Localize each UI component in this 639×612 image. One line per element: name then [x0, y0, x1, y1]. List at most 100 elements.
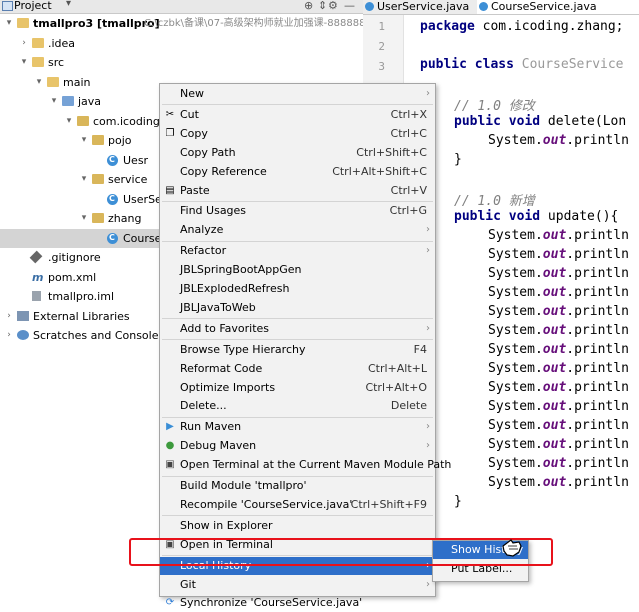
tree-item-label: java — [78, 95, 102, 108]
code-line: System.out.println — [488, 323, 629, 338]
minimize-icon[interactable]: — — [344, 0, 355, 12]
cls-icon — [107, 150, 118, 169]
menu-item-copy-reference[interactable]: Copy Reference Ctrl+Alt+Shift+C — [160, 163, 435, 181]
menu-item-copy-path[interactable]: Copy Path Ctrl+Shift+C — [160, 144, 435, 162]
folder-icon — [32, 57, 44, 67]
menu-item-label: Cut — [180, 107, 199, 121]
chevron-down-icon[interactable]: ▾ — [66, 0, 71, 9]
menu-item-run-maven[interactable]: ▶ Run Maven › — [160, 418, 435, 436]
menu-item-analyze[interactable]: Analyze › — [160, 221, 435, 239]
chevron-right-icon[interactable]: › — [4, 326, 14, 345]
chevron-down-icon[interactable]: ▾ — [34, 73, 44, 92]
debug-maven-icon: ● — [165, 440, 175, 452]
chevron-down-icon[interactable]: ▾ — [49, 92, 59, 111]
menu-item-label: Copy Path — [180, 145, 236, 159]
menu-item-show-in-explorer[interactable]: Show in Explorer — [160, 517, 435, 535]
chevron-right-icon[interactable]: › — [4, 307, 14, 326]
menu-item-build-module-tmallpro[interactable]: Build Module 'tmallpro' — [160, 477, 435, 495]
menu-item-cut[interactable]: ✂ Cut Ctrl+X — [160, 106, 435, 124]
menu-item-browse-type-hierarchy[interactable]: Browse Type Hierarchy F4 — [160, 341, 435, 359]
menu-item-synchronize-courseservice-java[interactable]: ⟳ Synchronize 'CourseService.java' — [160, 594, 435, 612]
chevron-down-icon[interactable]: ▾ — [79, 209, 89, 228]
tree-item-label: tmallpro3 [tmallpro] — [33, 17, 160, 30]
iml-icon — [32, 291, 41, 301]
project-panel-header: Project ▾ ⊕ ⇕ ⚙ — — [0, 0, 363, 14]
menu-item-shortcut: Ctrl+X — [390, 107, 427, 121]
menu-item-debug-maven[interactable]: ● Debug Maven › — [160, 437, 435, 455]
copy-icon: ❐ — [165, 127, 175, 139]
menu-item-shortcut: F4 — [413, 342, 427, 356]
line-number: 1 — [378, 20, 385, 33]
chevron-right-icon[interactable]: › — [19, 34, 29, 53]
menu-item-git[interactable]: Git › — [160, 576, 435, 594]
gear-icon[interactable]: ⚙ — [328, 0, 338, 12]
menu-item-label: Run Maven — [180, 420, 242, 434]
chevron-down-icon[interactable]: ▾ — [79, 131, 89, 150]
tree-item[interactable]: ▾ src — [0, 53, 363, 72]
scissors-icon: ✂ — [165, 108, 175, 120]
line-number: 3 — [378, 60, 385, 73]
menu-item-shortcut: Ctrl+V — [390, 183, 427, 197]
menu-item-find-usages[interactable]: Find Usages Ctrl+G — [160, 202, 435, 220]
menu-item-copy[interactable]: ❐ Copy Ctrl+C — [160, 125, 435, 143]
tree-item-label: main — [63, 75, 91, 89]
menu-item-reformat-code[interactable]: Reformat Code Ctrl+Alt+L — [160, 360, 435, 378]
menu-item-label: Browse Type Hierarchy — [180, 342, 306, 356]
menu-item-label: Delete... — [180, 399, 227, 413]
menu-item-open-terminal-at-the-current-maven-module-path[interactable]: ▣ Open Terminal at the Current Maven Modu… — [160, 456, 451, 474]
code-line: System.out.println — [488, 361, 629, 376]
project-panel-title[interactable]: Project — [14, 0, 52, 12]
context-menu: New › ✂ Cut Ctrl+X ❐ Copy Ctrl+C Copy Path Ctrl+S… — [159, 83, 451, 609]
tree-item[interactable]: › .idea — [0, 34, 363, 53]
tree-item[interactable]: ▾ tmallpro3 [tmallpro] C:\czbk\备课\07-高级架构师… — [0, 14, 366, 33]
java-class-icon — [365, 2, 374, 11]
menu-item-label: Build Module 'tmallpro' — [180, 479, 307, 492]
menu-item-optimize-imports[interactable]: Optimize Imports Ctrl+Alt+O — [160, 379, 435, 397]
code-line: System.out.println — [488, 418, 629, 433]
menu-item-jblspringbootappgen[interactable]: JBLSpringBootAppGen — [160, 261, 435, 279]
menu-item-label: Synchronize 'CourseService.java' — [180, 596, 363, 610]
tree-item-label: src — [48, 56, 65, 69]
chevron-down-icon[interactable]: ▾ — [64, 112, 74, 131]
menu-item-paste[interactable]: ▤ Paste Ctrl+V — [160, 182, 435, 200]
code-line: System.out.println — [488, 247, 629, 262]
menu-item-shortcut: Ctrl+Alt+Shift+C — [332, 164, 427, 178]
menu-item-label: JBLExplodedRefresh — [180, 282, 290, 295]
menu-item-recompile-courseservice-java[interactable]: Recompile 'CourseService.java' Ctrl+Shift… — [160, 496, 435, 514]
tree-item-label: tmallpro.iml — [48, 290, 115, 303]
menu-item-delete[interactable]: Delete... Delete — [160, 397, 435, 415]
menu-item-label: Git — [180, 577, 196, 591]
collapse-icon[interactable]: ⇕ — [318, 0, 327, 12]
tree-item-label: pom.xml — [48, 270, 97, 284]
code-line: System.out.println — [488, 285, 629, 300]
menu-item-label: JBLSpringBootAppGen — [180, 263, 302, 277]
menu-item-label: Paste — [180, 183, 210, 197]
folder-icon — [17, 18, 29, 28]
code-line: System.out.println — [488, 475, 629, 490]
pkg-icon — [77, 115, 89, 126]
code-line: } — [454, 494, 462, 509]
menu-item-label: Refactor — [180, 244, 227, 258]
menu-item-refactor[interactable]: Refactor › — [160, 242, 435, 260]
menu-item-label: Find Usages — [180, 204, 247, 218]
menu-item-label: Copy — [180, 126, 208, 140]
menu-item-new[interactable]: New › — [160, 85, 435, 103]
menu-item-label: Open Terminal at the Current Maven Modul… — [180, 458, 452, 472]
folder-icon — [32, 37, 44, 48]
chevron-down-icon[interactable]: ▾ — [4, 14, 14, 33]
code-editor[interactable]: package com.icoding.zhang; public class … — [404, 15, 639, 595]
project-icon — [2, 1, 13, 11]
cls-icon — [107, 228, 118, 247]
chevron-right-icon: › — [426, 440, 430, 452]
chevron-down-icon[interactable]: ▾ — [79, 170, 89, 189]
menu-item-jblexplodedrefresh[interactable]: JBLExplodedRefresh — [160, 280, 435, 298]
target-icon[interactable]: ⊕ — [304, 0, 313, 12]
code-line: System.out.println — [488, 304, 629, 319]
tab-courseservice[interactable]: CourseService.java — [477, 0, 639, 14]
menu-item-add-to-favorites[interactable]: Add to Favorites › — [160, 320, 435, 338]
menu-item-jbljavatoweb[interactable]: JBLJavaToWeb — [160, 299, 435, 317]
tab-userservice[interactable]: UserService.java — [363, 0, 489, 14]
tab-label: CourseService.java — [491, 0, 597, 13]
code-line: System.out.println — [488, 399, 629, 414]
chevron-down-icon[interactable]: ▾ — [19, 53, 29, 72]
